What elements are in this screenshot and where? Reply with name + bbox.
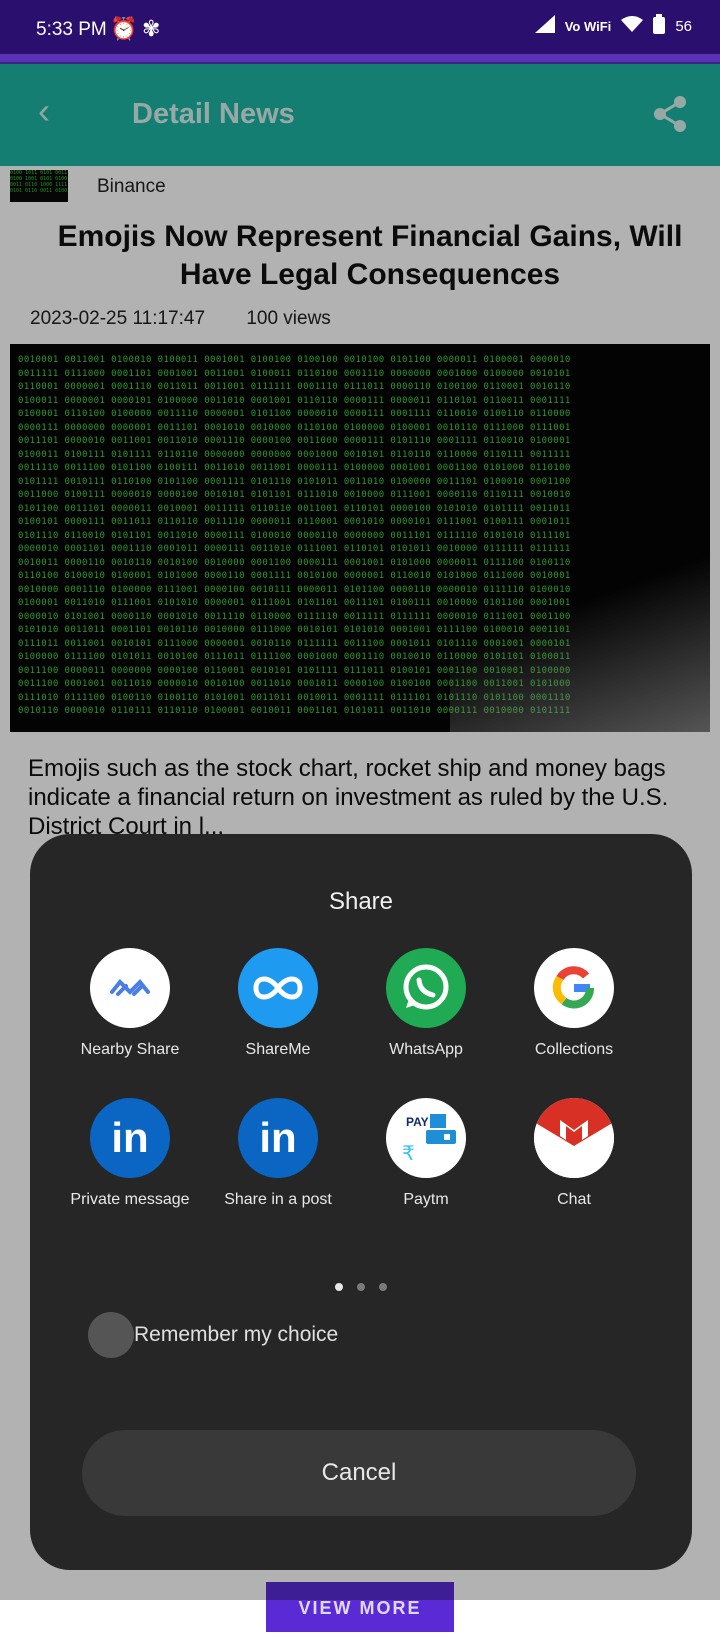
share-target-paytm[interactable]: PAY ₹ Paytm	[350, 1098, 502, 1210]
svg-text:₹: ₹	[402, 1141, 415, 1165]
share-sheet: Share Nearby Share ShareMe WhatsApp Coll…	[30, 834, 692, 1570]
share-target-label: Paytm	[403, 1191, 449, 1208]
page-dot	[334, 1283, 343, 1291]
share-target-label: Collections	[534, 1041, 614, 1058]
share-target-label: Private message	[70, 1191, 190, 1208]
remember-choice-row[interactable]: Remember my choice	[88, 1312, 338, 1358]
share-target-shareme[interactable]: ShareMe	[202, 948, 354, 1060]
page-dot	[357, 1283, 365, 1291]
share-target-label: WhatsApp	[389, 1041, 463, 1058]
svg-text:in: in	[111, 1114, 148, 1161]
cancel-button[interactable]: Cancel	[82, 1430, 636, 1516]
nearby-share-icon	[90, 948, 170, 1028]
remember-choice-toggle[interactable]	[88, 1312, 134, 1358]
share-target-label: Share in a post	[224, 1191, 332, 1208]
share-target-linkedin-post[interactable]: in Share in a post	[202, 1098, 354, 1210]
svg-text:in: in	[259, 1114, 296, 1161]
alarm-clock-icon: ⏰	[110, 16, 138, 41]
google-icon	[534, 948, 614, 1028]
signal-icon	[534, 15, 555, 37]
remember-choice-label: Remember my choice	[134, 1323, 339, 1346]
battery-level: 56	[675, 17, 692, 35]
share-target-whatsapp[interactable]: WhatsApp	[350, 948, 502, 1060]
wifi-icon	[621, 16, 644, 36]
status-time: 5:33 PM	[36, 19, 107, 40]
share-target-nearby-share[interactable]: Nearby Share	[54, 948, 206, 1060]
share-target-linkedin-private-message[interactable]: in Private message	[54, 1098, 206, 1210]
share-target-chat[interactable]: Chat	[498, 1098, 650, 1210]
share-sheet-title: Share	[328, 888, 394, 915]
svg-text:PAY: PAY	[406, 1115, 429, 1129]
pinwheel-icon: ✾	[142, 16, 161, 41]
battery-icon	[653, 14, 666, 38]
whatsapp-icon	[386, 948, 466, 1028]
shareme-icon	[238, 948, 318, 1028]
page-indicator	[30, 1278, 692, 1296]
page-dot	[379, 1283, 388, 1291]
status-bar: 5:33 PM ⏰ ✾ Vo WiFi 56	[0, 0, 720, 62]
linkedin-icon: in	[238, 1098, 318, 1178]
gmail-icon	[534, 1098, 614, 1178]
linkedin-icon: in	[90, 1098, 170, 1178]
share-target-collections[interactable]: Collections	[498, 948, 650, 1060]
vowifi-label: Vo WiFi	[564, 18, 612, 34]
share-target-label: Chat	[557, 1191, 591, 1208]
paytm-icon: PAY ₹	[386, 1098, 466, 1178]
share-target-label: ShareMe	[245, 1041, 311, 1058]
share-target-label: Nearby Share	[80, 1041, 180, 1058]
